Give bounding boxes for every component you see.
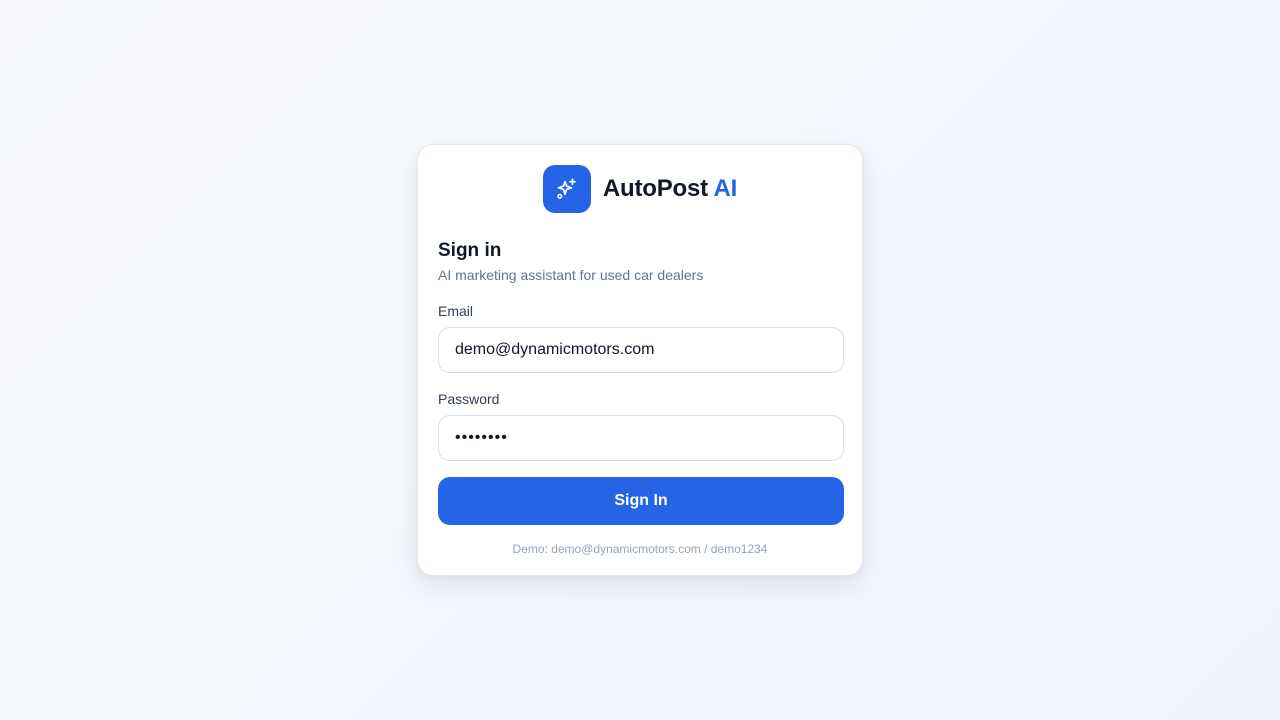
email-label: Email bbox=[438, 303, 474, 319]
brand-name-accent: AI bbox=[713, 175, 738, 202]
sparkles-icon-svg bbox=[557, 178, 576, 199]
page-subtitle: AI marketing assistant for used car deal… bbox=[438, 267, 704, 283]
password-label: Password bbox=[438, 391, 500, 407]
password-field[interactable] bbox=[438, 415, 844, 461]
brand-header: AutoPost AI bbox=[418, 165, 862, 213]
brand-name: AutoPost AI bbox=[603, 175, 737, 203]
sign-in-button[interactable]: Sign In bbox=[438, 477, 844, 525]
brand-name-main: AutoPost bbox=[602, 175, 708, 202]
signin-card: AutoPost AI Sign in AI marketing assista… bbox=[417, 144, 863, 576]
email-field[interactable] bbox=[438, 327, 844, 373]
sparkles-icon bbox=[542, 165, 591, 213]
demo-credentials-note: Demo: demo@dynamicmotors.com / demo1234 bbox=[512, 542, 768, 556]
page-title: Sign in bbox=[438, 240, 502, 261]
